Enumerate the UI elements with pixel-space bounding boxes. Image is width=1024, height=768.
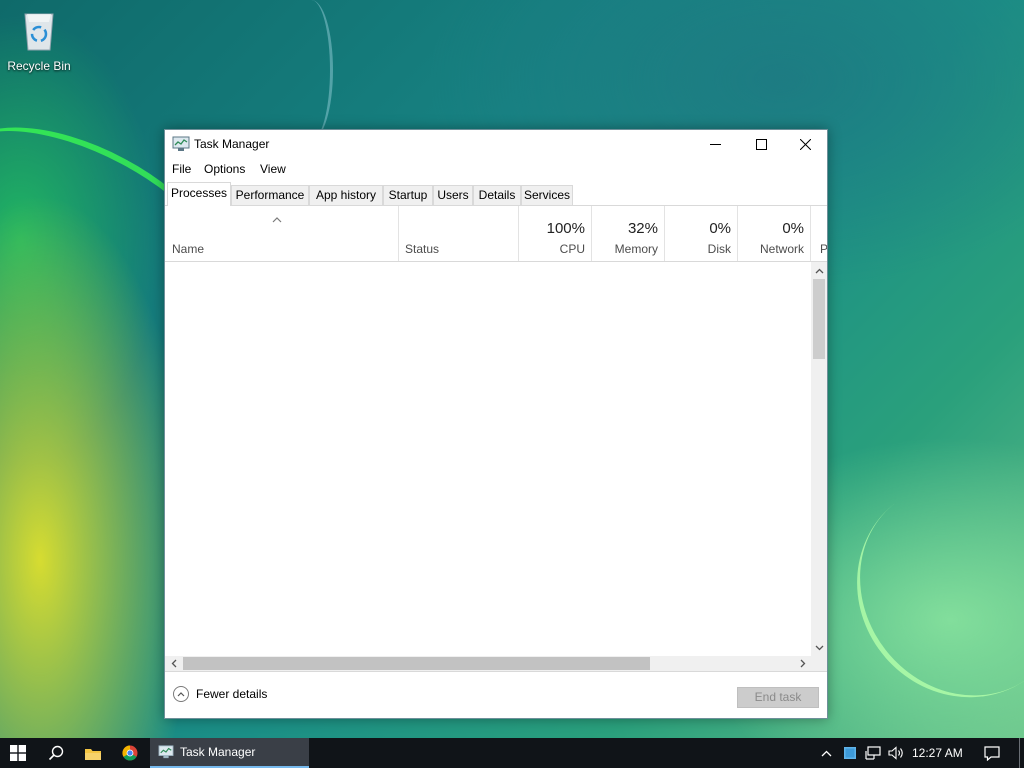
minimize-button[interactable] [692,130,738,159]
tray-app-button[interactable] [840,738,860,768]
recycle-bin-icon [24,13,54,51]
wallpaper-streak [290,0,333,140]
column-memory[interactable]: 32% Memory [592,206,665,261]
column-network[interactable]: 0% Network [738,206,811,261]
action-center-button[interactable] [978,738,1006,768]
process-list[interactable] [165,262,811,656]
recycle-bin-shortcut[interactable]: Recycle Bin [4,8,74,73]
wallpaper-streak [814,440,1024,740]
search-icon [48,745,64,761]
tab-details[interactable]: Details [473,185,521,205]
scroll-right-button[interactable] [794,656,811,671]
close-button[interactable] [782,130,828,159]
windows-logo-icon [10,745,26,761]
column-disk[interactable]: 0% Disk [665,206,738,261]
tab-app-history[interactable]: App history [309,185,383,205]
search-button[interactable] [38,738,74,768]
chrome-button[interactable] [112,738,148,768]
column-power-partial[interactable]: P [811,206,827,261]
chrome-icon [122,745,138,761]
column-status[interactable]: Status [399,206,519,261]
minimize-icon [709,144,721,145]
tab-processes[interactable]: Processes [167,182,231,206]
recycle-bin-label: Recycle Bin [7,59,71,73]
system-clock[interactable]: 12:27 AM [912,746,963,760]
collapse-circle-icon [173,686,189,702]
chevron-down-icon [815,645,823,650]
chevron-left-icon [171,659,176,668]
network-icon [865,746,881,760]
column-name[interactable]: Name [165,206,399,261]
menu-options[interactable]: Options [204,162,245,176]
task-manager-window: Task Manager File Options View Processes… [164,129,828,719]
start-button[interactable] [0,738,36,768]
column-cpu[interactable]: 100% CPU [519,206,592,261]
tab-strip: Processes Performance App history Startu… [165,182,827,206]
column-status-label: Status [405,242,440,256]
sort-ascending-icon [272,217,282,223]
network-tray-button[interactable] [862,738,884,768]
close-icon [799,139,811,150]
scroll-up-button[interactable] [811,262,827,279]
menu-bar: File Options View [165,159,827,179]
taskbar-app-label: Task Manager [180,745,256,759]
tab-users[interactable]: Users [433,185,473,205]
column-memory-label: Memory [614,242,658,256]
tray-app-icon [844,747,856,759]
column-network-label: Network [759,242,804,256]
title-bar[interactable]: Task Manager [165,130,827,159]
show-hidden-icons-button[interactable] [817,738,835,768]
file-explorer-button[interactable] [75,738,111,768]
tab-startup[interactable]: Startup [383,185,433,205]
scroll-down-button[interactable] [811,639,827,656]
column-cpu-label: CPU [559,242,585,256]
network-percent: 0% [782,220,804,237]
column-power-label: P [820,242,827,256]
task-manager-icon [158,745,174,759]
column-disk-label: Disk [707,242,731,256]
horizontal-scroll-thumb[interactable] [183,657,650,670]
folder-icon [85,748,101,760]
task-manager-icon [172,136,190,151]
window-title: Task Manager [194,137,270,151]
vertical-scroll-thumb[interactable] [813,279,825,359]
taskbar-task-manager[interactable]: Task Manager [150,738,309,768]
tab-services[interactable]: Services [521,185,573,205]
window-footer: Fewer details End task [165,671,827,719]
column-name-label: Name [172,242,205,256]
fewer-details-label: Fewer details [196,687,268,701]
cpu-percent: 100% [546,220,585,237]
volume-icon [888,746,903,760]
scroll-left-button[interactable] [165,656,182,671]
vertical-scrollbar[interactable] [811,262,827,656]
chevron-right-icon [800,659,805,668]
memory-percent: 32% [627,220,658,237]
menu-file[interactable]: File [172,162,191,176]
show-desktop-button[interactable] [1019,738,1020,768]
maximize-icon [755,139,767,150]
chevron-up-icon [815,268,823,273]
disk-percent: 0% [709,220,731,237]
notification-icon [984,745,1000,761]
volume-tray-button[interactable] [886,738,908,768]
tab-performance[interactable]: Performance [231,185,309,205]
maximize-button[interactable] [738,130,784,159]
taskbar: Task Manager 12:27 AM [0,738,1024,768]
end-task-button[interactable]: End task [737,687,819,708]
column-header: Name Status 100% CPU 32% Memory 0% Disk … [165,206,827,262]
fewer-details-toggle[interactable]: Fewer details [173,686,267,702]
menu-view[interactable]: View [260,162,286,176]
horizontal-scrollbar[interactable] [165,656,827,671]
chevron-up-icon [821,750,831,756]
